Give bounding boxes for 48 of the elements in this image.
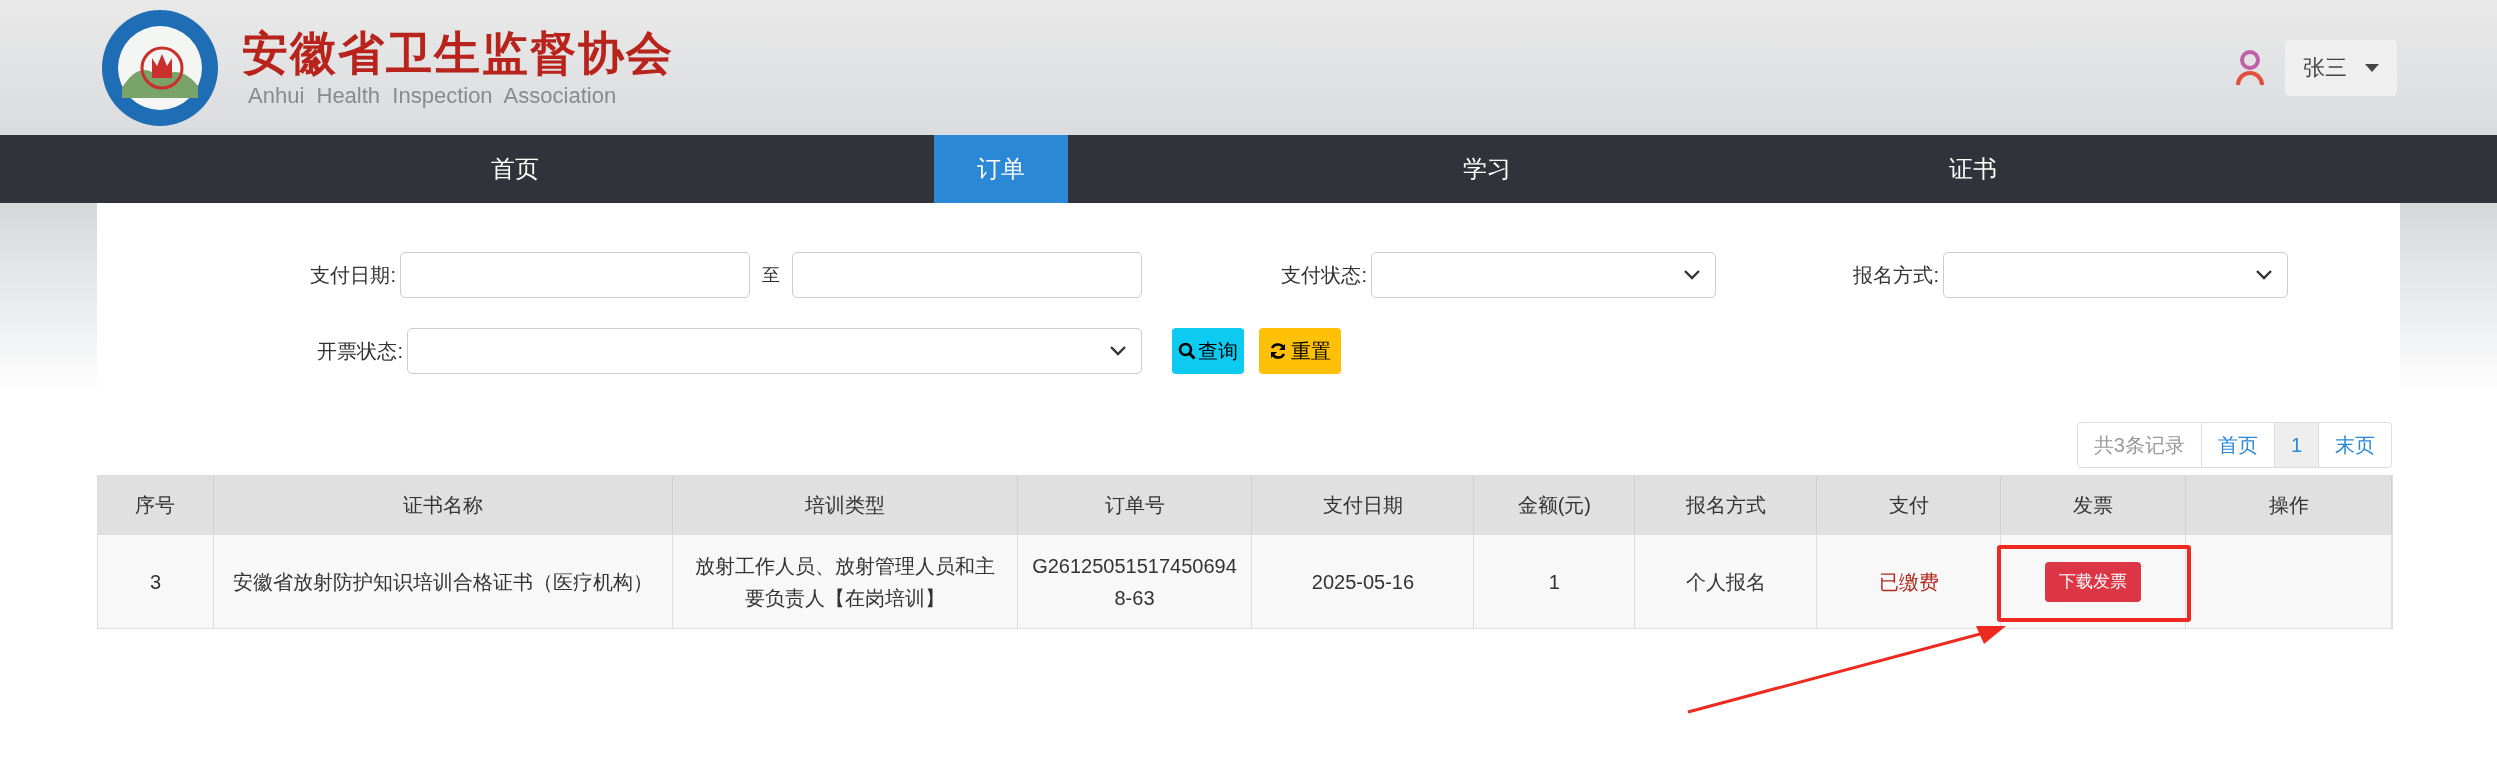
table-cell-text: 放射工作人员、放射管理人员和主要负责人【在岗培训】 <box>693 553 996 611</box>
nav-tab[interactable]: 学习 <box>1420 135 1554 203</box>
column-header: 报名方式 <box>1685 493 1766 518</box>
refresh-icon <box>1269 342 1287 360</box>
column-header: 培训类型 <box>804 493 885 518</box>
search-button[interactable]: 查询 <box>1172 328 1244 374</box>
table-cell-text: 安徽省放射防护知识培训合格证书（医疗机构） <box>232 569 653 595</box>
select-field[interactable] <box>1371 252 1716 298</box>
user-menu-button[interactable]: 张三 <box>2285 39 2397 96</box>
filter-label: 支付日期: <box>310 263 396 288</box>
chevron-down-icon <box>1109 345 1127 357</box>
column-header: 证书名称 <box>402 493 483 518</box>
table-cell-text: 1 <box>1548 569 1560 595</box>
column-header: 操作 <box>2268 493 2309 518</box>
table-cell-text: G261250515174506948-63 <box>1031 553 1238 611</box>
date-input[interactable] <box>400 252 750 298</box>
column-header: 序号 <box>135 493 176 518</box>
filter-label: 报名方式: <box>1853 263 1939 288</box>
payment-status: 已缴费 <box>1878 569 1939 595</box>
filter-label: 开票状态: <box>317 339 403 364</box>
column-header: 支付 <box>1888 493 1929 518</box>
search-icon <box>1178 342 1196 360</box>
column-header: 支付日期 <box>1322 493 1403 518</box>
table-cell-text: 个人报名 <box>1685 569 1766 595</box>
download-invoice-button[interactable]: 下载发票 <box>2045 561 2142 602</box>
nav-tab[interactable]: 订单 <box>934 135 1068 203</box>
date-input[interactable] <box>792 252 1142 298</box>
select-field[interactable] <box>1943 252 2288 298</box>
nav-tab[interactable]: 首页 <box>448 135 582 203</box>
reset-button[interactable]: 重置 <box>1259 328 1341 374</box>
table-cell-text: 2025-05-16 <box>1311 569 1415 595</box>
range-separator: 至 <box>761 263 781 287</box>
column-header: 发票 <box>2073 493 2114 518</box>
nav-tab[interactable]: 证书 <box>1906 135 2040 203</box>
select-field[interactable] <box>407 328 1142 374</box>
record-count: 共3条记录 <box>2077 423 2202 467</box>
table-cell-text: 3 <box>149 569 162 595</box>
caret-icon <box>2365 63 2379 72</box>
user-icon <box>2235 48 2265 87</box>
chevron-down-icon <box>2255 269 2273 281</box>
chevron-down-icon <box>1683 269 1701 281</box>
last-page-link[interactable]: 末页 <box>2319 423 2391 467</box>
first-page-link[interactable]: 首页 <box>2201 423 2275 467</box>
filter-label: 支付状态: <box>1281 263 1367 288</box>
column-header: 订单号 <box>1104 493 1165 518</box>
column-header: 金额(元) <box>1517 493 1591 518</box>
site-subtitle: Anhui Health Inspection Association <box>248 81 618 110</box>
site-title: 安徽省卫生监督协会 <box>242 25 674 81</box>
